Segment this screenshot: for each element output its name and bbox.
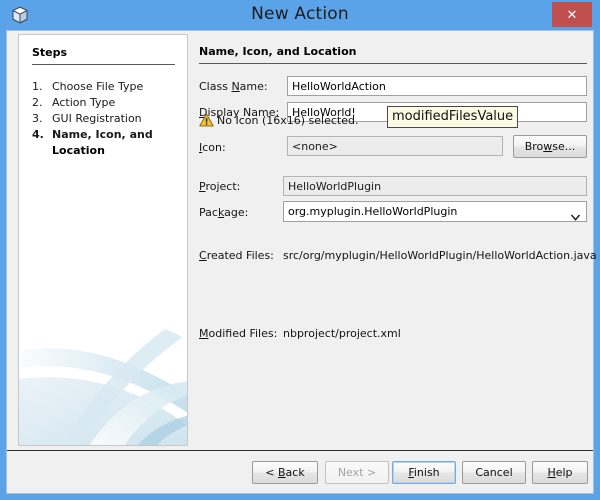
finish-button[interactable]: Finish [392,461,456,484]
step-number: 2. [32,96,52,109]
created-files-value: src/org/myplugin/HelloWorldPlugin/HelloW… [283,249,597,262]
warning-message: No Icon (16x16) selected. [217,114,358,127]
help-button[interactable]: Help [532,461,588,484]
cancel-button[interactable]: Cancel [462,461,526,484]
package-combobox[interactable]: org.myplugin.HelloWorldPlugin [283,201,587,222]
sidebar-item-action-type[interactable]: 2.Action Type [32,96,115,109]
step-number: 4. [32,128,52,141]
step-number: 1. [32,80,52,93]
dialog-client-area: Steps 1.Choose File Type 2.Action Type 3… [6,30,594,494]
button-bar: < Back Next > Finish Cancel Help [7,451,593,493]
step-label-continuation: Location [52,144,105,157]
title-bar: New Action ✕ [0,0,600,30]
icon-label: Icon: [199,141,226,154]
steps-heading-rule [32,64,175,65]
decorative-swoosh-graphic [18,321,188,446]
next-button[interactable]: Next > [325,461,389,484]
browse-button[interactable]: Browse... [513,135,587,158]
step-label: Action Type [52,96,115,109]
close-icon[interactable]: ✕ [552,2,592,27]
step-label: Name, Icon, and [52,128,153,141]
package-combobox-value: org.myplugin.HelloWorldPlugin [288,205,457,218]
back-button[interactable]: < Back [252,461,318,484]
step-label: Choose File Type [52,80,143,93]
package-label: Package: [199,206,248,219]
modified-files-label: Modified Files: [199,327,277,340]
window-title: New Action [0,4,600,24]
modified-files-value: nbproject/project.xml [283,327,401,340]
project-label: Project: [199,180,240,193]
sidebar-item-name-icon-location[interactable]: 4.Name, Icon, and [32,128,153,141]
step-label: GUI Registration [52,112,142,125]
project-input[interactable] [283,176,587,196]
step-number: 3. [32,112,52,125]
class-name-label: Class Name: [199,80,268,93]
sidebar-item-gui-registration[interactable]: 3.GUI Registration [32,112,142,125]
steps-panel: Steps 1.Choose File Type 2.Action Type 3… [18,34,188,446]
steps-heading: Steps [32,46,67,59]
chevron-down-icon [571,208,580,215]
page-title-rule [199,63,587,64]
modified-files-tooltip: modifiedFilesValue [387,106,518,128]
dialog-window: New Action ✕ [0,0,600,500]
class-name-input[interactable] [287,76,587,96]
created-files-label: Created Files: [199,249,274,262]
warning-triangle-icon [199,113,214,127]
icon-path-input[interactable] [287,136,503,156]
form-pane: Name, Icon, and Location Class Name: Dis… [195,34,587,446]
page-title: Name, Icon, and Location [199,45,356,58]
sidebar-item-choose-file-type[interactable]: 1.Choose File Type [32,80,143,93]
